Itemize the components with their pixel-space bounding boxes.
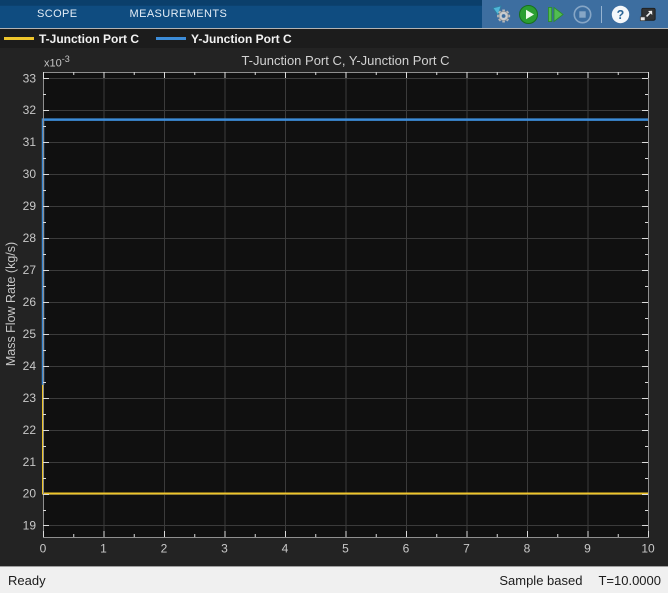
svg-text:7: 7 xyxy=(463,542,470,556)
svg-text:8: 8 xyxy=(524,542,531,556)
legend-label: T-Junction Port C xyxy=(39,32,139,46)
svg-text:10: 10 xyxy=(641,542,655,556)
status-text: Ready xyxy=(8,573,499,588)
svg-text:31: 31 xyxy=(23,135,37,149)
svg-text:26: 26 xyxy=(23,295,37,309)
status-bar: Ready Sample based T=10.0000 xyxy=(0,566,668,593)
svg-text:1: 1 xyxy=(100,542,107,556)
help-button[interactable]: ? xyxy=(610,4,631,25)
svg-text:24: 24 xyxy=(23,359,37,373)
svg-text:33: 33 xyxy=(23,71,37,85)
svg-text:23: 23 xyxy=(23,391,37,405)
svg-text:2: 2 xyxy=(161,542,168,556)
toolbar-separator xyxy=(601,6,602,23)
svg-text:?: ? xyxy=(617,8,625,22)
svg-text:30: 30 xyxy=(23,167,37,181)
svg-text:27: 27 xyxy=(23,263,37,277)
scope-window: SCOPE MEASUREMENTS xyxy=(0,0,668,593)
toolstrip: SCOPE MEASUREMENTS xyxy=(0,0,668,28)
svg-text:20: 20 xyxy=(23,487,37,501)
y-axis-label: Mass Flow Rate (kg/s) xyxy=(4,242,18,366)
svg-text:3: 3 xyxy=(221,542,228,556)
stop-icon xyxy=(572,4,593,25)
step-forward-icon xyxy=(545,4,566,25)
svg-text:5: 5 xyxy=(342,542,349,556)
run-button[interactable] xyxy=(518,4,539,25)
help-icon: ? xyxy=(610,4,631,25)
svg-text:0: 0 xyxy=(40,542,47,556)
legend-label: Y-Junction Port C xyxy=(191,32,292,46)
svg-text:4: 4 xyxy=(282,542,289,556)
scope-canvas: 0123456789101920212223242526272829303132… xyxy=(0,48,668,566)
svg-text:19: 19 xyxy=(23,519,37,533)
legend-line-sample-blue xyxy=(156,37,186,40)
legend-item-y-junction[interactable]: Y-Junction Port C xyxy=(156,29,292,48)
svg-text:29: 29 xyxy=(23,199,37,213)
run-play-icon xyxy=(518,4,539,25)
svg-text:9: 9 xyxy=(584,542,591,556)
y-axis-multiplier: x10-3 xyxy=(44,54,70,70)
legend-item-t-junction[interactable]: T-Junction Port C xyxy=(4,29,139,48)
settings-button[interactable] xyxy=(491,4,512,25)
simulation-time-text: T=10.0000 xyxy=(598,573,661,588)
tab-scope[interactable]: SCOPE xyxy=(35,8,80,20)
svg-text:21: 21 xyxy=(23,455,37,469)
sample-mode-text: Sample based xyxy=(499,573,582,588)
svg-text:6: 6 xyxy=(403,542,410,556)
svg-text:22: 22 xyxy=(23,423,37,437)
svg-text:25: 25 xyxy=(23,327,37,341)
step-forward-button[interactable] xyxy=(545,4,566,25)
tab-measurements[interactable]: MEASUREMENTS xyxy=(128,8,230,20)
plot-area: T-Junction Port C, Y-Junction Port C x10… xyxy=(0,48,668,566)
stop-button[interactable] xyxy=(572,4,593,25)
toolstrip-tabs: SCOPE MEASUREMENTS xyxy=(35,0,229,28)
simulate-toolbar: ? xyxy=(482,0,668,28)
legend-line-sample-yellow xyxy=(4,37,34,40)
legend-bar: T-Junction Port C Y-Junction Port C xyxy=(0,28,668,48)
simulation-settings-gear-icon xyxy=(491,4,512,25)
dock-button[interactable] xyxy=(637,4,658,25)
svg-text:32: 32 xyxy=(23,103,37,117)
svg-text:28: 28 xyxy=(23,231,37,245)
dock-window-icon xyxy=(637,4,658,25)
plot-title: T-Junction Port C, Y-Junction Port C xyxy=(43,53,648,68)
